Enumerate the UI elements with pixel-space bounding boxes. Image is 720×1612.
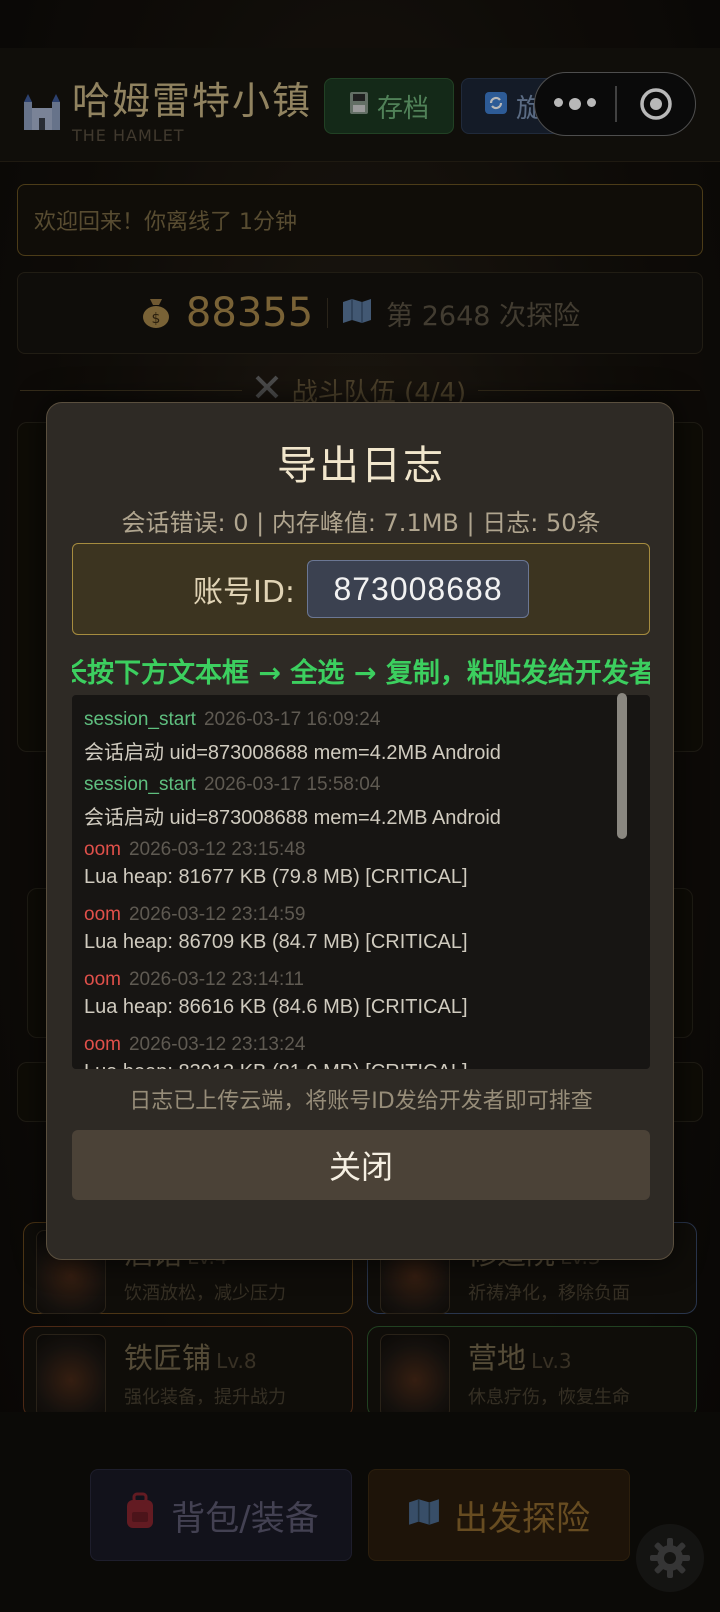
log-entry: oom 2026-03-12 23:14:59 Lua heap: 86709 KB…: [84, 904, 624, 969]
log-message: 会话启动 uid=873008688 mem=4.2MB Android: [84, 742, 501, 764]
log-entry: oom 2026-03-12 23:14:11 Lua heap: 86616 KB…: [84, 969, 624, 1034]
account-id-label: 账号ID:: [192, 575, 296, 610]
log-entry-header: oom 2026-03-12 23:14:59: [84, 904, 624, 926]
log-tag: session_start: [84, 709, 196, 730]
log-timestamp: 2026-03-17 16:09:24: [203, 709, 381, 730]
log-tag: oom: [84, 969, 121, 990]
log-textarea[interactable]: session_start 2026-03-17 16:09:24 会话启动 uid…: [72, 695, 650, 1069]
log-timestamp: 2026-03-12 23:14:11: [128, 969, 304, 990]
copy-instruction-text: 长按下方文本框 → 全选 → 复制，粘贴发给开发者: [72, 658, 650, 689]
log-entry-header: oom 2026-03-12 23:15:48: [84, 839, 624, 861]
log-entry-header: oom 2026-03-12 23:14:11: [84, 969, 624, 991]
log-tag: oom: [84, 904, 121, 925]
account-id-box: 账号ID: 873008688: [72, 543, 650, 635]
log-list: session_start 2026-03-17 16:09:24 会话启动 uid…: [84, 709, 624, 1069]
copy-instruction: 长按下方文本框 → 全选 → 复制，粘贴发给开发者: [72, 651, 650, 695]
log-entry: session_start 2026-03-17 16:09:24 会话启动 uid…: [84, 709, 624, 774]
dialog-title: 导出日志: [277, 443, 445, 489]
log-entry: session_start 2026-03-17 15:58:04 会话启动 uid…: [84, 774, 624, 839]
log-timestamp: 2026-03-12 23:14:59: [128, 904, 306, 925]
log-entry-header: session_start 2026-03-17 15:58:04: [84, 774, 624, 796]
log-timestamp: 2026-03-17 15:58:04: [203, 774, 381, 795]
log-entry: oom 2026-03-12 23:15:48 Lua heap: 81677 KB…: [84, 839, 624, 904]
log-message: 会话启动 uid=873008688 mem=4.2MB Android: [84, 807, 501, 829]
account-id-field[interactable]: 873008688: [307, 560, 530, 618]
close-button[interactable]: 关闭: [72, 1130, 650, 1200]
log-entry-header: session_start 2026-03-17 16:09:24: [84, 709, 624, 731]
log-scrollbar[interactable]: [617, 693, 627, 839]
log-message: Lua heap: 83913 KB (81.9 MB) [CRITICAL]: [84, 1061, 624, 1069]
app-root: 哈姆雷特小镇 THE HAMLET 存档 旋屏 欢迎回来！你离线了 1分钟 $ …: [0, 0, 720, 1612]
log-tag: oom: [84, 1034, 121, 1055]
log-message: Lua heap: 86616 KB (84.6 MB) [CRITICAL]: [84, 996, 468, 1018]
log-message: Lua heap: 81677 KB (79.8 MB) [CRITICAL]: [84, 866, 468, 888]
log-timestamp: 2026-03-12 23:15:48: [128, 839, 306, 860]
session-stats: 会话错误: 0 | 内存峰值: 7.1MB | 日志: 50条: [121, 509, 601, 537]
upload-note: 日志已上传云端，将账号ID发给开发者即可排查: [129, 1089, 593, 1114]
log-entry-header: oom 2026-03-12 23:13:24: [84, 1034, 624, 1056]
log-tag: session_start: [84, 774, 196, 795]
log-entry: oom 2026-03-12 23:13:24 Lua heap: 83913 KB…: [84, 1034, 624, 1069]
export-log-dialog: 导出日志 会话错误: 0 | 内存峰值: 7.1MB | 日志: 50条 账号I…: [46, 402, 674, 1260]
log-message: Lua heap: 86709 KB (84.7 MB) [CRITICAL]: [84, 931, 468, 953]
log-tag: oom: [84, 839, 121, 860]
log-timestamp: 2026-03-12 23:13:24: [128, 1034, 306, 1055]
